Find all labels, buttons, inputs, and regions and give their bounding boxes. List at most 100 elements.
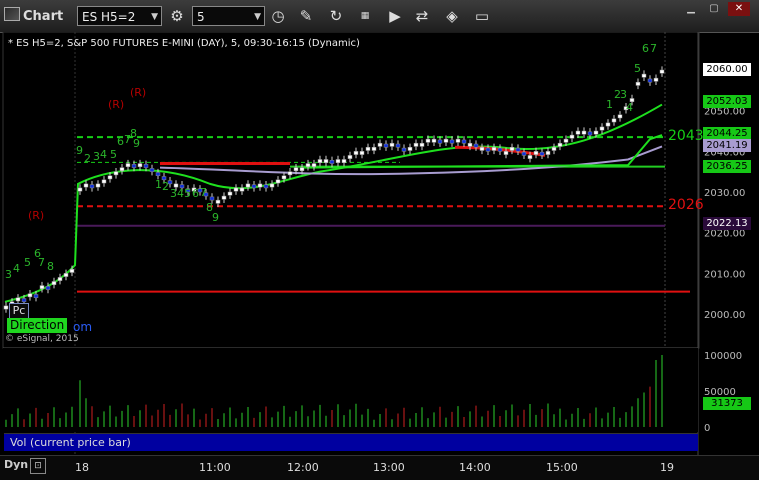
candle-body: [407, 147, 413, 151]
candle-body: [479, 147, 485, 151]
pencil-icon[interactable]: ✎: [296, 6, 316, 26]
copyright: © eSignal, 2015: [5, 334, 79, 344]
candle-body: [413, 142, 419, 147]
candle-body: [299, 167, 305, 172]
minimize-icon[interactable]: ▁: [680, 2, 702, 16]
candle-body: [101, 179, 107, 184]
link-settings-icon[interactable]: ⚙: [167, 6, 187, 26]
price-tag: 2036.25: [703, 159, 751, 173]
time-label: 15:00: [546, 461, 578, 474]
candle-body: [365, 147, 371, 151]
candle-body: [611, 118, 617, 123]
candle-body: [569, 134, 575, 139]
candle-body: [95, 183, 101, 188]
candle-body: [63, 273, 69, 277]
candle-body: [131, 164, 137, 168]
clock-icon[interactable]: ◷: [268, 6, 288, 26]
candle-body: [515, 147, 521, 152]
candle-body: [137, 163, 143, 168]
candle-body: [647, 78, 653, 83]
r-mark-label: (R): [28, 209, 44, 222]
price-tag: 2060.00: [703, 63, 751, 76]
toolbar: Chart ES H5=2 ▼ ⚙ 5 ▼ ◷ ✎ ↻ ▦ ▶ ⇄ ◈ ▭ ▁ ▢ …: [0, 0, 759, 33]
candle-body: [557, 142, 563, 147]
direction-tail: om: [73, 320, 93, 334]
candle-body: [443, 138, 449, 143]
candle-body: [45, 286, 51, 290]
candle-body: [311, 163, 317, 168]
candle-body: [545, 151, 551, 155]
candle-body: [359, 151, 365, 155]
candle-body: [467, 142, 473, 147]
chart-header: * ES H5=2, S&P 500 FUTURES E-MINI (DAY),…: [8, 38, 360, 49]
paint-bucket-icon[interactable]: ◈: [442, 6, 462, 26]
r-mark-label: (R): [130, 86, 146, 99]
play-icon[interactable]: ▶: [385, 6, 405, 26]
price-tag: 2022.13: [703, 217, 751, 230]
candle-body: [287, 171, 293, 176]
pc-label[interactable]: Pc: [9, 303, 29, 319]
symbol-combobox[interactable]: ES H5=2 ▼: [77, 6, 162, 26]
sequence-count-label: 2: [84, 152, 91, 165]
candle-body: [551, 147, 557, 151]
candle-body: [371, 147, 377, 151]
volume-tick-label: 0: [704, 423, 710, 434]
time-label: 12:00: [287, 461, 319, 474]
window-title: Chart: [4, 7, 63, 24]
volume-pane-label[interactable]: Vol (current price bar): [4, 433, 698, 451]
candle-body: [635, 81, 641, 86]
sequence-count-label: 5: [110, 148, 117, 161]
time-label: 11:00: [199, 461, 231, 474]
chat-icon[interactable]: ▭: [472, 6, 492, 26]
candle-body: [263, 184, 269, 189]
candle-body: [323, 159, 329, 163]
candle-body: [155, 172, 161, 176]
candle-body: [593, 130, 599, 135]
time-label: 13:00: [373, 461, 405, 474]
maximize-icon[interactable]: ▢: [703, 2, 725, 16]
candle-body: [51, 281, 57, 285]
candle-body: [119, 167, 125, 172]
quote-icon[interactable]: ▦: [355, 6, 375, 26]
candle-body: [389, 142, 395, 147]
candle-body: [27, 293, 33, 298]
pivot-level-label: 2026: [668, 197, 704, 214]
candle-body: [335, 159, 341, 163]
refresh-icon[interactable]: ↻: [326, 6, 346, 26]
candle-body: [143, 164, 149, 168]
candle-body: [587, 131, 593, 136]
interval-combobox[interactable]: 5 ▼: [192, 6, 265, 26]
candle-body: [605, 122, 611, 127]
arrows-icon[interactable]: ⇄: [412, 6, 432, 26]
sequence-count-label: 7: [38, 256, 45, 269]
chevron-down-icon[interactable]: ▼: [254, 7, 261, 27]
candle-body: [449, 139, 455, 144]
direction-label[interactable]: Direction: [7, 318, 68, 333]
candle-body: [239, 187, 245, 192]
sequence-count-label: 9: [212, 211, 219, 224]
candle-body: [617, 114, 623, 119]
candle-body: [251, 184, 257, 189]
time-label: 19: [660, 461, 674, 474]
dyn-button[interactable]: Dyn: [4, 458, 28, 471]
pivot-level-label: 2043: [668, 128, 704, 145]
price-tick-label: 2030.00: [704, 188, 745, 199]
candle-body: [281, 175, 287, 180]
sequence-count-label: 5: [184, 187, 191, 200]
chart-canvas[interactable]: 2060.002050.002040.002030.002020.002010.…: [0, 32, 759, 455]
sequence-count-label: 7: [200, 186, 207, 199]
lock-icon[interactable]: ⊡: [30, 458, 46, 474]
candle-body: [3, 305, 9, 310]
close-icon[interactable]: ✕: [728, 2, 750, 16]
candle-body: [113, 171, 119, 176]
price-tick-label: 2020.00: [704, 229, 745, 240]
volume-tick-label: 100000: [704, 351, 742, 362]
candle-body: [83, 183, 89, 188]
chevron-down-icon[interactable]: ▼: [151, 7, 158, 27]
sequence-count-label: 6: [642, 42, 649, 55]
candle-body: [641, 73, 647, 78]
candle-body: [317, 159, 323, 163]
sequence-count-label: 2: [162, 180, 169, 193]
sequence-count-label: 3: [5, 268, 12, 281]
candle-body: [425, 138, 431, 143]
